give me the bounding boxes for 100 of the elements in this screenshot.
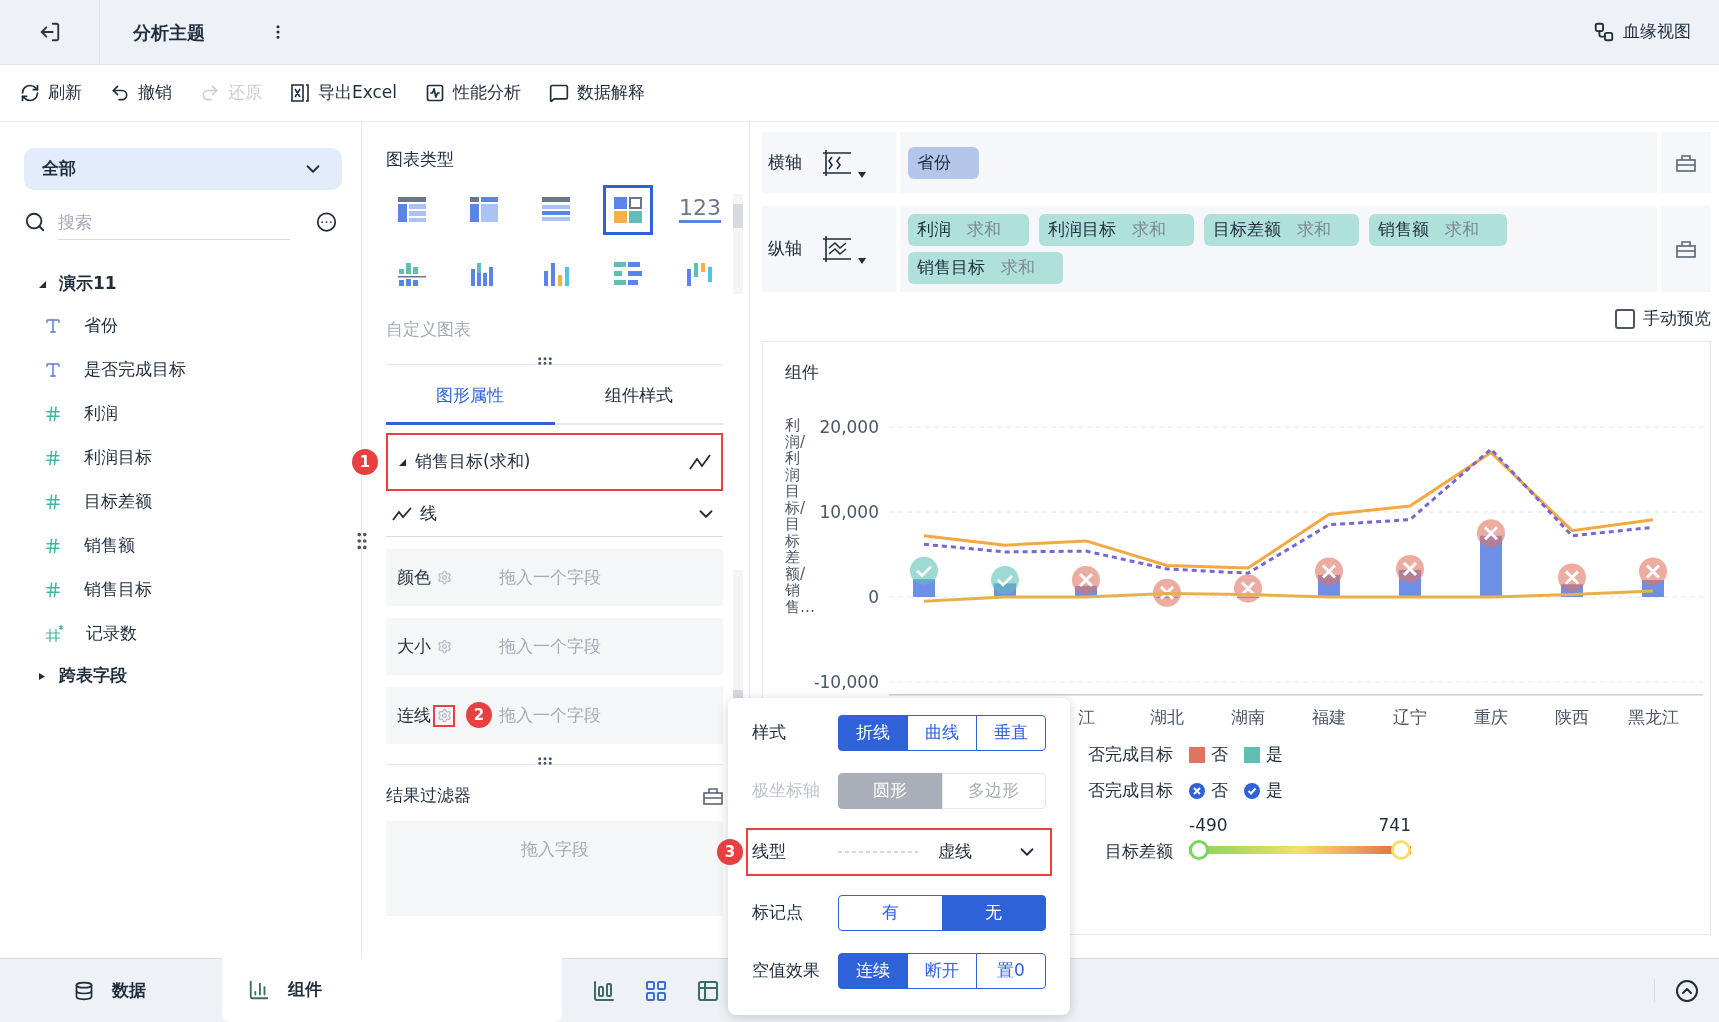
field-pill[interactable]: 省份 — [908, 146, 979, 179]
x-tick-label: 福建 — [1312, 707, 1346, 727]
segment-option[interactable]: 断开 — [907, 953, 977, 989]
vertical-axis-icon — [822, 234, 852, 264]
segment-option[interactable]: 垂直 — [976, 715, 1046, 751]
profit-bar — [994, 583, 1016, 597]
segment-option[interactable]: 连续 — [838, 953, 908, 989]
dashed-line-icon — [838, 850, 918, 854]
scrollbar[interactable] — [733, 194, 743, 294]
horizontal-axis-icon — [822, 147, 852, 178]
target-marker — [991, 566, 1019, 594]
drop-placeholder: 拖入一个字段 — [499, 634, 601, 658]
field-item[interactable]: 销售额 — [24, 524, 337, 568]
line-chart-icon — [392, 505, 412, 522]
field-pill[interactable]: 目标差额 求和 — [1204, 214, 1359, 246]
search-field[interactable]: 搜索 — [58, 204, 290, 240]
field-item[interactable]: 记录数 — [24, 612, 337, 656]
excel-export-icon[interactable] — [290, 83, 310, 103]
field-item[interactable]: 利润目标 — [24, 436, 337, 480]
field-pill[interactable]: 销售额 求和 — [1369, 214, 1507, 246]
toolbar-button[interactable]: 性能分析 — [425, 80, 522, 106]
number-field-icon — [44, 449, 62, 467]
segment-option[interactable]: 无 — [941, 895, 1046, 931]
segment-option[interactable]: 置0 — [976, 953, 1046, 989]
property-tab[interactable]: 图形属性 — [386, 369, 555, 425]
toolbar-button[interactable]: 刷新 — [20, 80, 82, 106]
tree-group[interactable]: 跨表字段 — [24, 656, 337, 696]
chart-type-option[interactable]: 123 — [675, 184, 725, 235]
toolbox-icon[interactable] — [703, 786, 723, 805]
series-header[interactable]: 销售目标(求和) — [386, 433, 723, 491]
field-drop-row[interactable]: 大小 拖入一个字段 — [386, 618, 723, 675]
target-marker — [1234, 574, 1262, 603]
axis-drop-area[interactable]: 省份 — [900, 132, 1657, 193]
section-title: 结果过滤器 — [386, 784, 471, 807]
collapse-caret-icon[interactable] — [398, 457, 407, 467]
comment-icon[interactable] — [549, 83, 570, 103]
expand-caret-icon[interactable] — [38, 671, 47, 681]
back-icon[interactable] — [38, 21, 61, 43]
toolbox-icon[interactable] — [1676, 240, 1696, 258]
range-min-label: -490 — [1189, 814, 1228, 837]
number-field-icon — [44, 537, 62, 555]
field-item[interactable]: 是否完成目标 — [24, 348, 337, 392]
select-value: 虚线 — [938, 840, 973, 864]
field-pill[interactable]: 销售目标 求和 — [908, 252, 1063, 284]
checkbox[interactable] — [1615, 308, 1635, 329]
field-drop-row[interactable]: 颜色 拖入一个字段 — [386, 549, 723, 606]
number-field-icon — [44, 581, 62, 599]
target-marker — [1072, 566, 1100, 594]
toolbar-button[interactable]: 撤销 — [110, 80, 172, 106]
line-type-select[interactable]: 线型 虚线 — [746, 828, 1052, 876]
axis-type-dropdown[interactable] — [822, 234, 866, 264]
field-item[interactable]: 省份 — [24, 304, 337, 348]
pill-field: 利润目标 — [1048, 217, 1116, 243]
mark-type-dropdown[interactable]: 线 — [386, 491, 723, 537]
target-marker — [1396, 554, 1424, 583]
bottom-tab[interactable]: 组件 — [222, 958, 562, 1022]
activity-icon[interactable] — [425, 83, 446, 103]
callout-badge: 2 — [466, 702, 492, 728]
segment-option[interactable]: 折线 — [838, 715, 908, 751]
x-tick-label: 重庆 — [1474, 707, 1508, 727]
axis-type-dropdown[interactable] — [822, 147, 866, 178]
field-drop-row[interactable]: 连线 2 拖入一个字段 — [386, 687, 723, 744]
text-field-icon — [44, 317, 62, 335]
expand-caret-icon[interactable] — [38, 279, 47, 289]
add-table-icon[interactable] — [696, 978, 720, 1003]
y-tick-label: -10,000 — [815, 672, 879, 692]
chart-title: 组件 — [785, 360, 819, 384]
more-options-icon[interactable] — [316, 210, 337, 234]
add-grid-icon[interactable] — [644, 978, 668, 1003]
refresh-icon[interactable] — [20, 83, 40, 103]
chart-type-option[interactable] — [603, 184, 653, 235]
group-label: 跨表字段 — [59, 664, 127, 688]
collapse-panel-icon[interactable] — [1675, 978, 1699, 1003]
range-handle[interactable] — [1391, 839, 1411, 860]
x-tick-label: 湖南 — [1231, 707, 1265, 727]
legend-title: 否完成目标 — [1087, 743, 1173, 767]
field-item[interactable]: 利润 — [24, 392, 337, 436]
tree-group[interactable]: 演示11 — [24, 264, 337, 304]
callout-badge: 3 — [717, 839, 743, 865]
lineage-view-button[interactable]: 血缘视图 — [1593, 19, 1691, 45]
field-item[interactable]: 销售目标 — [24, 568, 337, 612]
field-item[interactable]: 目标差额 — [24, 480, 337, 524]
field-pill[interactable]: 利润目标 求和 — [1039, 214, 1194, 246]
toolbar-button[interactable]: 导出Excel — [290, 80, 398, 106]
property-tab[interactable]: 组件样式 — [554, 369, 723, 425]
filter-dropdown[interactable]: 全部 — [24, 148, 342, 190]
segment-option[interactable]: 曲线 — [907, 715, 977, 751]
axis-label: 纵轴 — [768, 237, 802, 261]
field-pill[interactable]: 利润 求和 — [908, 214, 1029, 246]
x-tick-label: 黑龙江 — [1627, 707, 1679, 727]
legend-label: 否 — [1211, 743, 1228, 767]
x-tick-label: 辽宁 — [1393, 707, 1427, 727]
segment-option[interactable]: 有 — [838, 895, 943, 931]
add-chart-icon[interactable] — [592, 978, 616, 1003]
range-handle[interactable] — [1189, 839, 1209, 860]
toolbox-icon[interactable] — [1676, 153, 1696, 172]
line-chart-icon — [689, 453, 711, 471]
axis-drop-area[interactable]: 利润 求和 利润目标 求和 目标差额 求和 销售额 求和 销售目标 求和 — [900, 206, 1657, 292]
undo-icon[interactable] — [110, 83, 130, 103]
toolbar-button[interactable]: 数据解释 — [549, 80, 646, 106]
